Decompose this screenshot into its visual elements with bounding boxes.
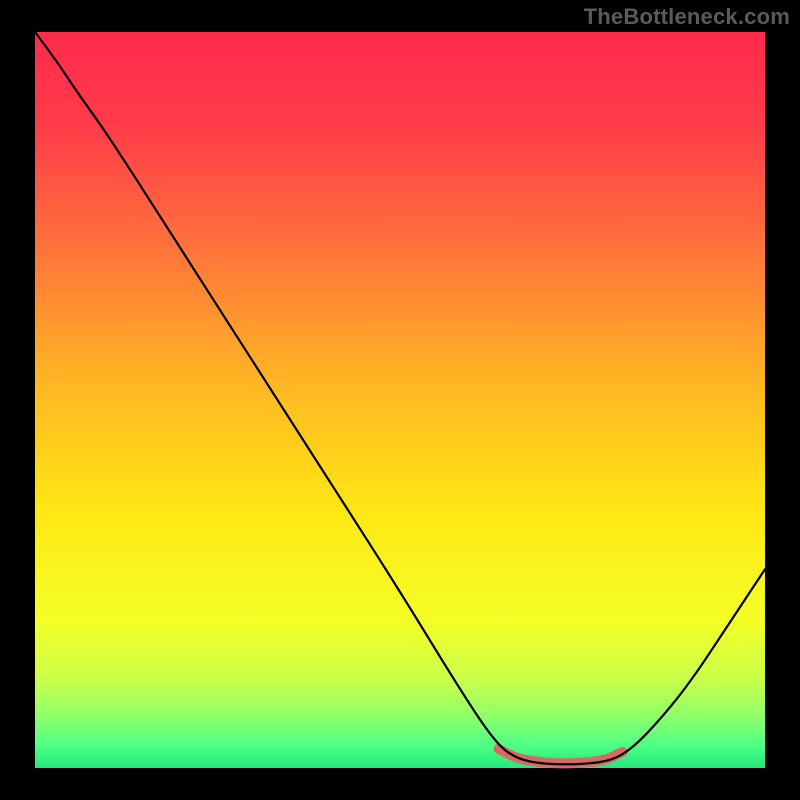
chart-container: TheBottleneck.com [0, 0, 800, 800]
bottleneck-chart [0, 0, 800, 800]
watermark-text: TheBottleneck.com [584, 4, 790, 30]
plot-background [35, 32, 765, 768]
